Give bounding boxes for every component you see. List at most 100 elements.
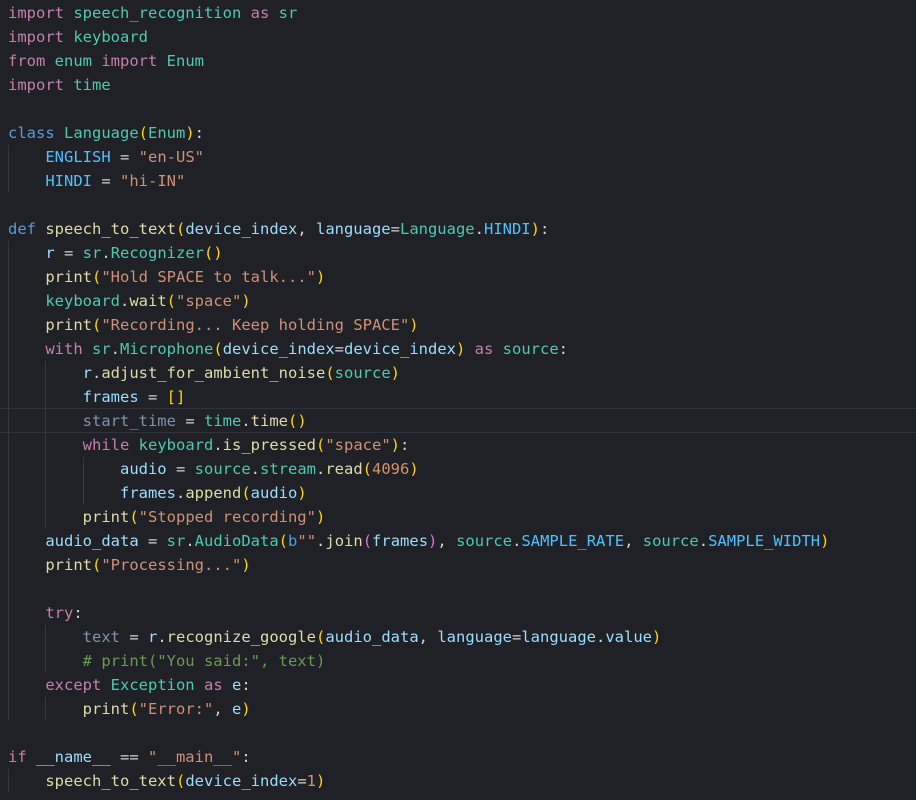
code-text: audio_data = sr.AudioData(b"".join(frame… [8, 532, 829, 550]
token-p: . [512, 532, 522, 550]
token-p: : [540, 220, 550, 238]
code-line[interactable]: except Exception as e: [0, 673, 916, 697]
token-b1: ( [213, 340, 223, 358]
code-line[interactable] [0, 193, 916, 217]
token-b1: ) [820, 532, 830, 550]
code-line[interactable]: keyboard.wait("space") [0, 289, 916, 313]
token-k: if [8, 748, 36, 766]
code-line[interactable]: if __name__ == "__main__": [0, 745, 916, 769]
token-p: . [698, 532, 709, 550]
code-line[interactable]: text = r.recognize_google(audio_data, la… [0, 625, 916, 649]
code-line[interactable]: import time [0, 73, 916, 97]
code-line[interactable]: class Language(Enum): [0, 121, 916, 145]
token-v: device_index [344, 340, 456, 358]
token-c: HINDI [45, 172, 92, 190]
token-b1: ( [362, 460, 373, 478]
token-b1: ) [316, 772, 326, 790]
indent-guide [45, 385, 47, 409]
token-f: append [185, 484, 242, 502]
code-line[interactable]: r.adjust_for_ambient_noise(source) [0, 361, 916, 385]
token-v: frames [372, 532, 429, 550]
token-v: r [147, 628, 158, 646]
code-text: # print("You said:", text) [8, 652, 326, 670]
token-t: keyboard [73, 28, 148, 46]
code-line[interactable]: import speech_recognition as sr [0, 1, 916, 25]
token-f: time [250, 412, 288, 430]
token-t: time [203, 412, 242, 430]
code-line[interactable]: frames.append(audio) [0, 481, 916, 505]
indent-guide [8, 625, 9, 649]
indent-guide [8, 529, 9, 553]
token-k: import [8, 4, 74, 22]
code-line[interactable]: start_time = time.time() [0, 408, 916, 433]
code-line[interactable]: # print("You said:", text) [0, 649, 916, 673]
token-t: sr [92, 340, 111, 358]
token-p: . [250, 460, 260, 478]
indent-guide [8, 553, 9, 577]
code-line[interactable]: print("Processing...") [0, 553, 916, 577]
indent-guide [8, 385, 9, 409]
code-text: frames.append(audio) [8, 484, 307, 502]
token-t: source [194, 460, 251, 478]
token-p: = [166, 460, 195, 478]
token-b1: ) [315, 268, 326, 286]
code-line[interactable]: r = sr.Recognizer() [0, 241, 916, 265]
code-line[interactable] [0, 721, 916, 745]
token-s: "__main__" [147, 748, 242, 766]
code-editor[interactable]: import speech_recognition as sr import ke… [0, 0, 916, 800]
token-d: def [8, 220, 46, 238]
code-text: ENGLISH = "en-US" [8, 148, 204, 166]
indent-guide [45, 457, 47, 481]
code-line[interactable]: def speech_to_text(device_index, languag… [0, 217, 916, 241]
code-line[interactable] [0, 577, 916, 601]
token-f: speech_to_text [45, 772, 176, 790]
code-line[interactable]: HINDI = "hi-IN" [0, 169, 916, 193]
code-line[interactable]: print("Recording... Keep holding SPACE") [0, 313, 916, 337]
token-t: sr [166, 532, 186, 550]
token-f: print [45, 268, 92, 286]
code-line[interactable]: print("Stopped recording") [0, 505, 916, 529]
token-p: = [119, 628, 148, 646]
token-b1: ) [297, 484, 307, 502]
token-s: "Recording... Keep holding SPACE" [101, 316, 410, 334]
indent-guide [8, 289, 9, 313]
token-t: enum [54, 52, 92, 70]
token-p: : [73, 604, 83, 622]
code-line[interactable]: with sr.Microphone(device_index=device_i… [0, 337, 916, 361]
token-p: . [595, 628, 606, 646]
code-line[interactable]: print("Hold SPACE to talk...") [0, 265, 916, 289]
code-line[interactable]: print("Error:", e) [0, 697, 916, 721]
token-k: with [45, 340, 92, 358]
token-b1: ) [390, 364, 400, 382]
code-line[interactable]: audio_data = sr.AudioData(b"".join(frame… [0, 529, 916, 553]
code-line[interactable] [0, 97, 916, 121]
token-p: , [437, 532, 457, 550]
code-line[interactable]: ENGLISH = "en-US" [0, 145, 916, 169]
token-b1: ) [456, 340, 466, 358]
token-v: audio [119, 460, 167, 478]
token-k: except [45, 676, 111, 694]
code-text: print("Processing...") [8, 556, 251, 574]
token-b1: ) [390, 436, 400, 454]
code-line[interactable]: import keyboard [0, 25, 916, 49]
code-line[interactable]: while keyboard.is_pressed("space"): [0, 433, 916, 457]
token-t: source [456, 532, 513, 550]
token-s: "Hold SPACE to talk..." [101, 268, 316, 286]
code-text: HINDI = "hi-IN" [8, 172, 185, 190]
token-s: "Processing..." [101, 556, 242, 574]
token-v: audio_data [45, 532, 139, 550]
code-text: audio = source.stream.read(4096) [8, 460, 419, 478]
token-v: device_index [185, 772, 298, 790]
code-line[interactable]: from enum import Enum [0, 49, 916, 73]
token-c: ENGLISH [45, 148, 111, 166]
token-s: "space" [325, 436, 391, 454]
token-b1: () [204, 244, 223, 262]
code-line[interactable]: speech_to_text(device_index=1) [0, 769, 916, 793]
token-v: __name__ [36, 748, 111, 766]
indent-guide [8, 697, 9, 721]
code-line[interactable]: frames = [] [0, 385, 916, 409]
token-b1: ) [241, 556, 251, 574]
token-p: = [138, 532, 167, 550]
code-line[interactable]: audio = source.stream.read(4096) [0, 457, 916, 481]
code-line[interactable]: try: [0, 601, 916, 625]
